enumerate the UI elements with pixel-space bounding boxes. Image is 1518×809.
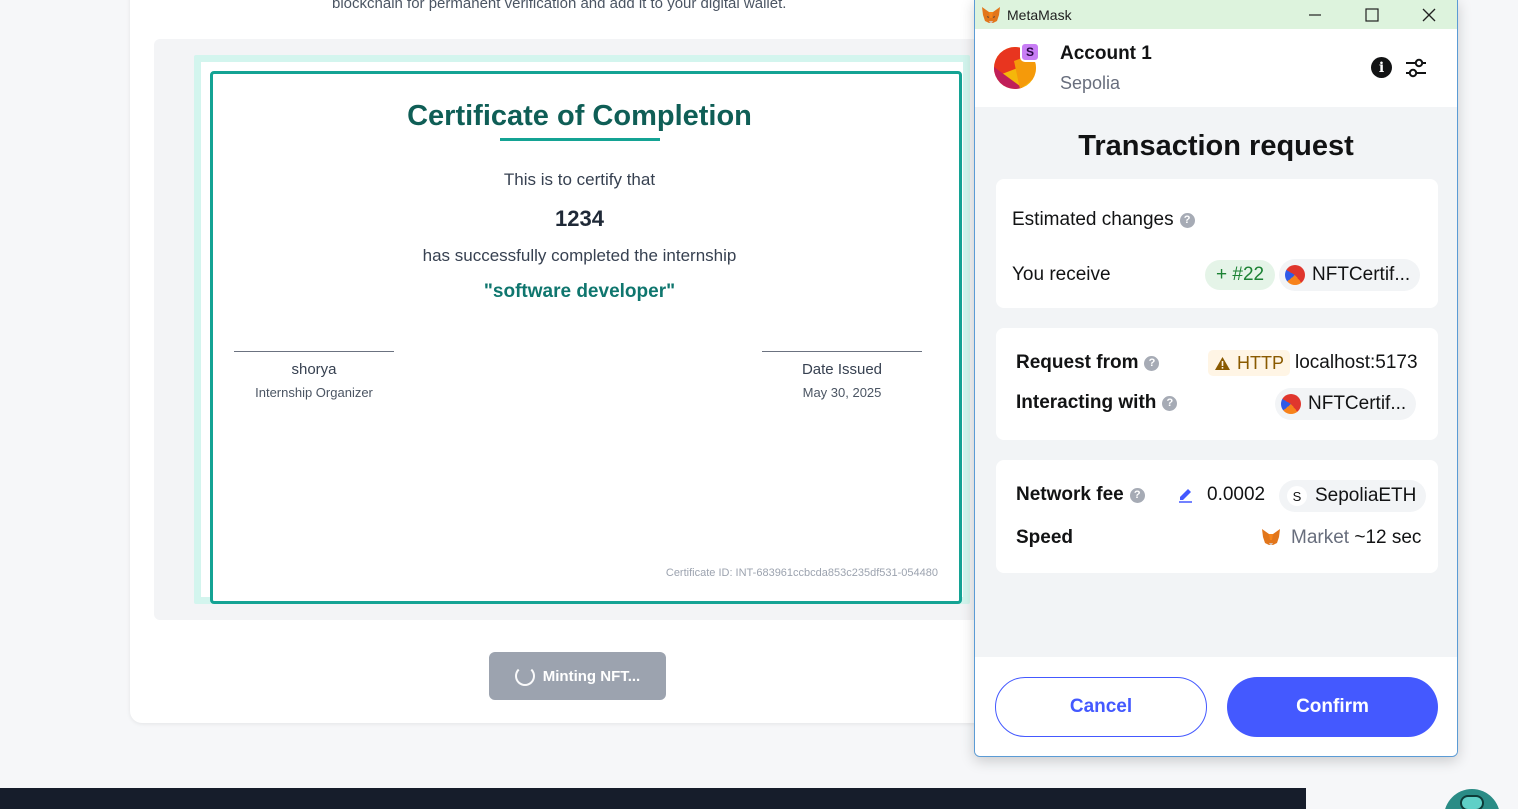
network-fee-card: Network fee? 0.0002 S SepoliaETH Speed M… (996, 460, 1438, 573)
window-controls (1286, 0, 1457, 29)
signature-line (234, 351, 394, 352)
completed-text: has successfully completed the internshi… (422, 246, 737, 265)
question-icon[interactable]: ? (1129, 487, 1145, 503)
request-from-label: Request from? (1016, 352, 1160, 374)
account-header: S Account 1 Sepolia i (975, 29, 1457, 107)
transaction-title: Transaction request (1078, 130, 1354, 162)
certificate: Certificate of Completion This is to cer… (210, 71, 962, 604)
token-icon (1285, 265, 1305, 285)
confirm-button[interactable]: Confirm (1227, 677, 1438, 737)
fee-currency: SepoliaETH (1315, 485, 1417, 506)
pencil-icon[interactable] (1177, 486, 1194, 503)
window-title: MetaMask (1007, 6, 1072, 23)
info-icon[interactable]: i (1371, 57, 1392, 78)
date-label: Date Issued (801, 361, 883, 378)
maximize-icon (1364, 7, 1379, 22)
signer-name: shorya (291, 361, 337, 378)
sliders-icon[interactable] (1404, 56, 1428, 80)
network-fee-label: Network fee? (1016, 484, 1145, 506)
estimated-changes-card: Estimated changes? You receive + #22 NFT… (996, 179, 1438, 308)
certify-text: This is to certify that (503, 170, 656, 189)
minimize-icon (1308, 13, 1321, 16)
token-pill[interactable]: NFTCertif... (1279, 259, 1421, 291)
certificate-id: Certificate ID: INT-683961ccbcda853c235d… (665, 567, 938, 579)
date-line (762, 351, 922, 352)
spinner-icon (514, 666, 535, 686)
fox-speed-icon (1262, 529, 1280, 545)
minimize-button[interactable] (1286, 0, 1343, 29)
request-origin: localhost:5173 (1295, 352, 1418, 373)
estimated-changes-label: Estimated changes? (1012, 209, 1195, 231)
close-window-button[interactable] (1400, 0, 1457, 29)
cancel-button[interactable]: Cancel (995, 677, 1207, 737)
receive-amount-badge: + #22 (1205, 260, 1276, 290)
close-icon (1422, 8, 1435, 21)
maximize-button[interactable] (1343, 0, 1400, 29)
question-icon[interactable]: ? (1179, 212, 1195, 228)
speed-label: Speed (1016, 527, 1074, 548)
account-name[interactable]: Account 1 (1060, 43, 1152, 65)
request-details-card: Request from? HTTP localhost:5173 Intera… (996, 328, 1438, 440)
action-footer: Cancel Confirm (975, 657, 1457, 756)
interacting-with-label: Interacting with? (1016, 392, 1178, 414)
http-label: HTTP (1237, 352, 1284, 373)
contract-icon (1281, 394, 1301, 414)
recipient-name: 1234 (555, 206, 604, 231)
fee-currency-pill: S SepoliaETH (1279, 480, 1427, 512)
contract-pill[interactable]: NFTCertif... (1275, 388, 1417, 420)
certificate-title: Certificate of Completion (407, 100, 752, 132)
speed-mode: Market (1291, 527, 1350, 548)
robot-icon (1460, 795, 1484, 809)
internship-role: "software developer" (483, 281, 676, 302)
speed-time: ~12 sec (1354, 527, 1422, 548)
you-receive-label: You receive (1012, 264, 1111, 285)
title-underline (500, 138, 660, 141)
signer-title: Internship Organizer (255, 385, 373, 400)
network-badge: S (1020, 42, 1040, 62)
metamask-popup: MetaMask S Account 1 Sepolia i Transacti… (974, 0, 1458, 757)
question-icon[interactable]: ? (1162, 395, 1178, 411)
chatbot-button[interactable] (1444, 789, 1500, 809)
speed-value: Market ~12 sec (1291, 527, 1421, 549)
network-name: Sepolia (1060, 73, 1121, 93)
page-footer (0, 788, 1306, 809)
sepolia-icon: S (1287, 486, 1307, 506)
metamask-fox-icon (982, 6, 1000, 23)
token-name: NFTCertif... (1312, 264, 1411, 285)
contract-name: NFTCertif... (1308, 393, 1407, 414)
minting-label: Minting NFT... (542, 667, 641, 685)
http-warning-badge: HTTP (1208, 350, 1290, 376)
fee-amount: 0.0002 (1207, 484, 1266, 505)
minting-nft-button[interactable]: Minting NFT... (489, 652, 666, 700)
warning-icon (1215, 356, 1230, 370)
date-value: May 30, 2025 (802, 385, 882, 400)
window-titlebar: MetaMask (975, 0, 1457, 29)
intro-text: blockchain for permanent verification an… (332, 0, 787, 12)
question-icon[interactable]: ? (1144, 355, 1160, 371)
